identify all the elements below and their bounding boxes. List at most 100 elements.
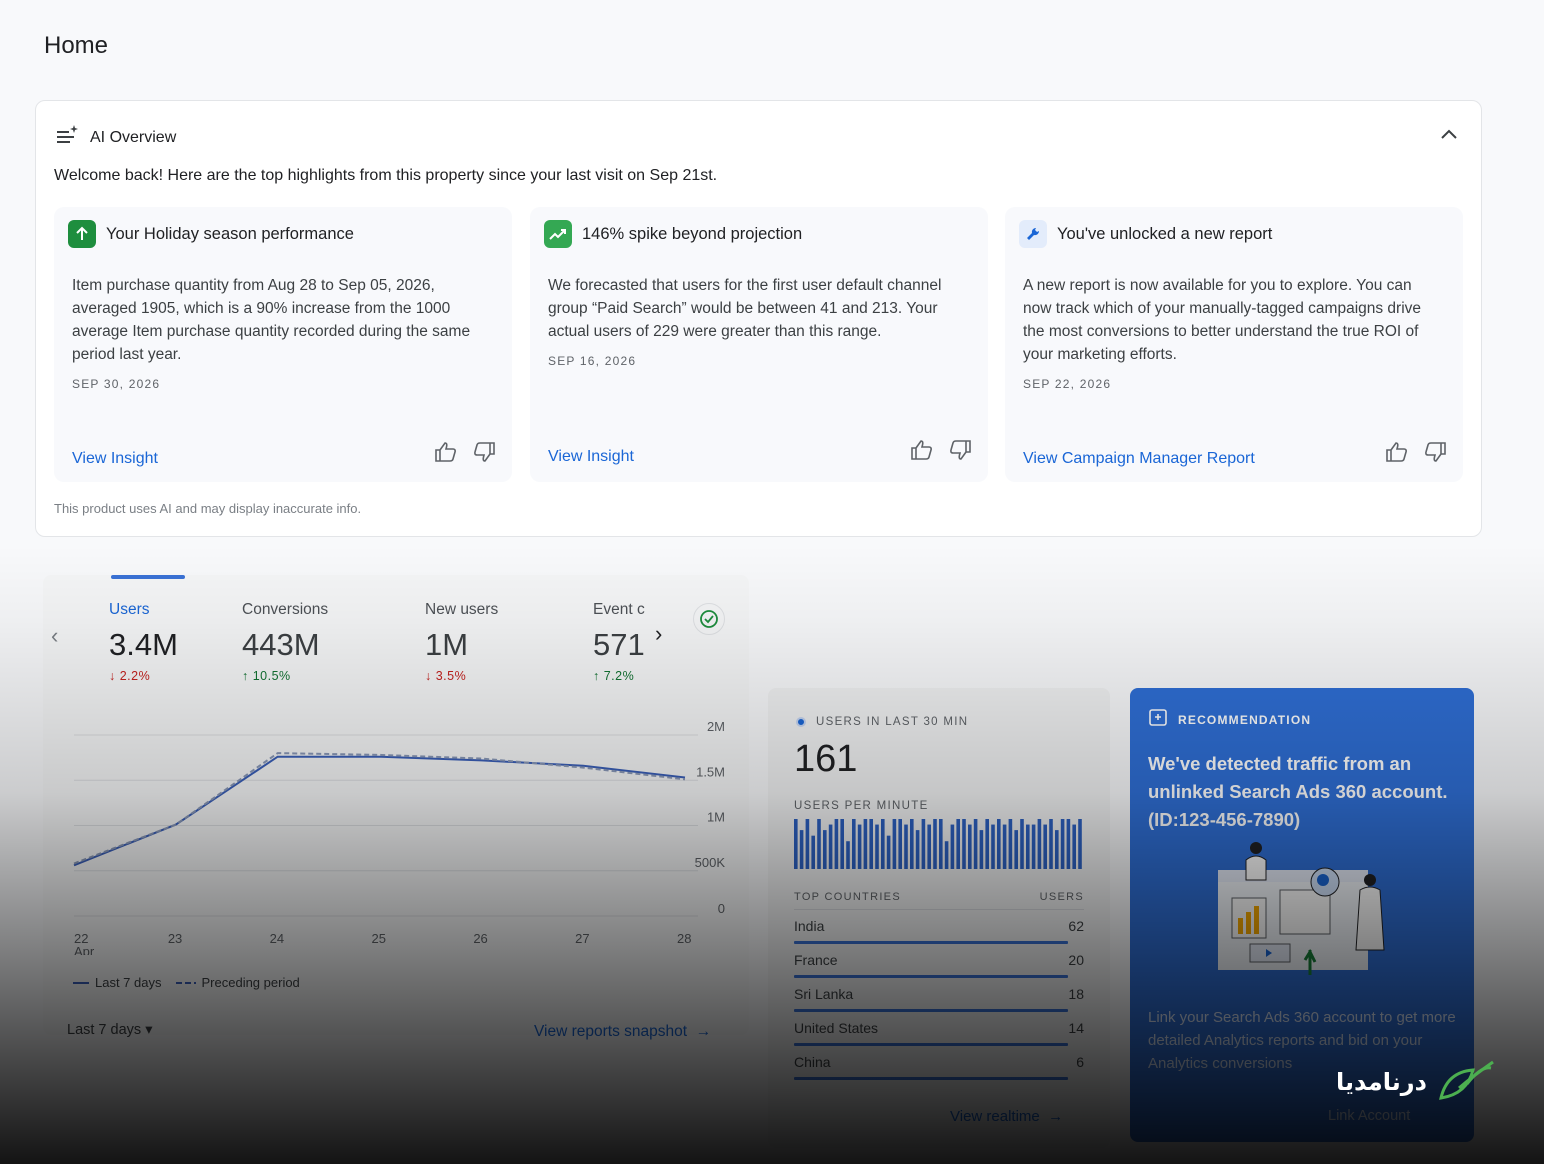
view-insight-link[interactable]: View Insight [548, 448, 634, 466]
realtime-card: USERS IN LAST 30 MIN 161 USERS PER MINUT… [768, 688, 1110, 1148]
thumbs-down-icon[interactable] [1423, 441, 1447, 468]
metric-tab-event-count[interactable]: Event c 571 ↑ 7.2% [593, 601, 645, 683]
collapse-button[interactable] [1437, 123, 1461, 147]
insight-body: Item purchase quantity from Aug 28 to Se… [72, 277, 471, 363]
users-header: USERS [1039, 891, 1084, 903]
minute-bar [805, 819, 810, 869]
minute-bar [881, 819, 885, 869]
y-tick-label: 500K [695, 855, 726, 870]
minute-bar [950, 824, 955, 869]
chart-legend: Last 7 days Preceding period [73, 975, 300, 990]
metric-tab-new-users[interactable]: New users 1M ↓ 3.5% [425, 601, 498, 683]
users-line-chart: 2M1.5M1M500K022 23 24 25 26 27 28Apr [73, 719, 726, 955]
country-users: 62 [1068, 918, 1084, 934]
minute-bar [973, 819, 978, 869]
thumbs-up-icon[interactable] [1385, 441, 1409, 468]
link-account-button[interactable]: Link Account [1328, 1108, 1410, 1124]
metric-label: Users [109, 601, 150, 618]
country-share-bar [794, 1077, 1068, 1080]
chevron-left-icon[interactable]: ‹ [51, 623, 58, 649]
insight-card-holiday: Your Holiday season performance Item pur… [54, 207, 512, 482]
minute-bar [852, 819, 856, 869]
minute-bar [997, 819, 1001, 869]
minute-bar [1002, 824, 1007, 869]
insight-card-new-report: You've unlocked a new report A new repor… [1005, 207, 1463, 482]
minute-bar [794, 819, 798, 869]
minute-bar [1031, 824, 1036, 869]
arrow-up-icon [68, 220, 96, 248]
minute-bar [828, 824, 833, 869]
y-tick-label: 2M [707, 719, 725, 734]
watermark-text: درنامدیا [1336, 1068, 1427, 1096]
minute-bar [811, 835, 815, 869]
analytics-illustration [1218, 842, 1385, 975]
thumbs-up-icon[interactable] [910, 439, 934, 466]
minute-bar [991, 824, 995, 869]
country-users: 14 [1068, 1020, 1084, 1036]
minute-bar [1055, 830, 1059, 869]
thumbs-up-icon[interactable] [434, 441, 458, 468]
thumbs-down-icon[interactable] [948, 439, 972, 466]
series-line-preceding-period [73, 752, 686, 865]
metric-tab-conversions[interactable]: Conversions 443M ↑ 10.5% [242, 601, 328, 683]
minute-bar [1066, 819, 1071, 869]
check-circle-icon[interactable] [693, 603, 725, 635]
ai-overview-card: AI Overview Welcome back! Here are the t… [35, 100, 1482, 537]
view-reports-snapshot-link[interactable]: View reports snapshot → [534, 1023, 711, 1041]
wrench-icon [1019, 220, 1047, 248]
ai-overview-label: AI Overview [90, 128, 177, 146]
minute-bar [1049, 819, 1053, 869]
minute-bar [1026, 824, 1030, 869]
minute-bar [1078, 819, 1082, 869]
x-tick-sublabel: Apr [74, 944, 95, 955]
insight-body: A new report is now available for you to… [1023, 277, 1422, 363]
minute-bar [799, 830, 804, 869]
minute-bar [1060, 819, 1065, 869]
minute-bar [962, 819, 966, 869]
minute-bar [904, 824, 908, 869]
active-tab-indicator [111, 575, 185, 579]
leaf-logo-icon [1438, 1060, 1494, 1100]
dashboard-lower-section: ‹ Users 3.4M ↓ 2.2% Conversions 443M ↑ 1… [0, 545, 1544, 1164]
minute-bar [1014, 830, 1018, 869]
metric-label: Conversions [242, 601, 329, 618]
minute-bar [944, 841, 949, 869]
minute-bar [823, 830, 827, 869]
country-row: China 6 [794, 1046, 1084, 1080]
minute-bar [979, 830, 984, 869]
realtime-header: USERS IN LAST 30 MIN [796, 716, 968, 728]
recommendation-header: RECOMMENDATION [1148, 708, 1311, 731]
country-users: 6 [1076, 1054, 1084, 1070]
users-per-minute-label: USERS PER MINUTE [794, 800, 929, 812]
live-dot-icon [796, 717, 806, 727]
metric-label: New users [425, 601, 499, 618]
date-range-dropdown[interactable]: Last 7 days ▾ [67, 1022, 152, 1038]
view-campaign-report-link[interactable]: View Campaign Manager Report [1023, 450, 1255, 468]
chevron-up-icon [1441, 129, 1457, 139]
minute-bar [846, 841, 850, 869]
insight-date: SEP 22, 2026 [1023, 377, 1112, 391]
users-per-minute-chart [794, 819, 1082, 869]
minute-bar [817, 819, 821, 869]
y-tick-label: 0 [718, 901, 725, 916]
thumbs-down-icon[interactable] [472, 441, 496, 468]
metric-label: Event c [593, 601, 645, 618]
page-title: Home [44, 32, 109, 59]
view-insight-link[interactable]: View Insight [72, 450, 158, 468]
ai-disclaimer: This product uses AI and may display ina… [54, 501, 362, 516]
minute-bar [869, 819, 873, 869]
metric-change: ↓ 3.5% [425, 669, 467, 683]
chevron-right-icon[interactable]: › [655, 621, 662, 647]
metric-change: ↑ 10.5% [242, 669, 291, 683]
x-tick-label: 27 [575, 931, 589, 946]
x-tick-label: 23 [168, 931, 182, 946]
view-realtime-link[interactable]: View realtime → [950, 1108, 1063, 1125]
watermark-logo: درنامدیا [1336, 1058, 1497, 1106]
minute-bar [840, 819, 844, 869]
arrow-right-icon: → [691, 1023, 712, 1040]
minute-bar [1043, 824, 1047, 869]
minute-bar [857, 824, 862, 869]
metric-change: ↑ 7.2% [593, 669, 635, 683]
trending-up-icon [544, 220, 572, 248]
metric-tab-users[interactable]: Users 3.4M ↓ 2.2% [109, 601, 178, 683]
